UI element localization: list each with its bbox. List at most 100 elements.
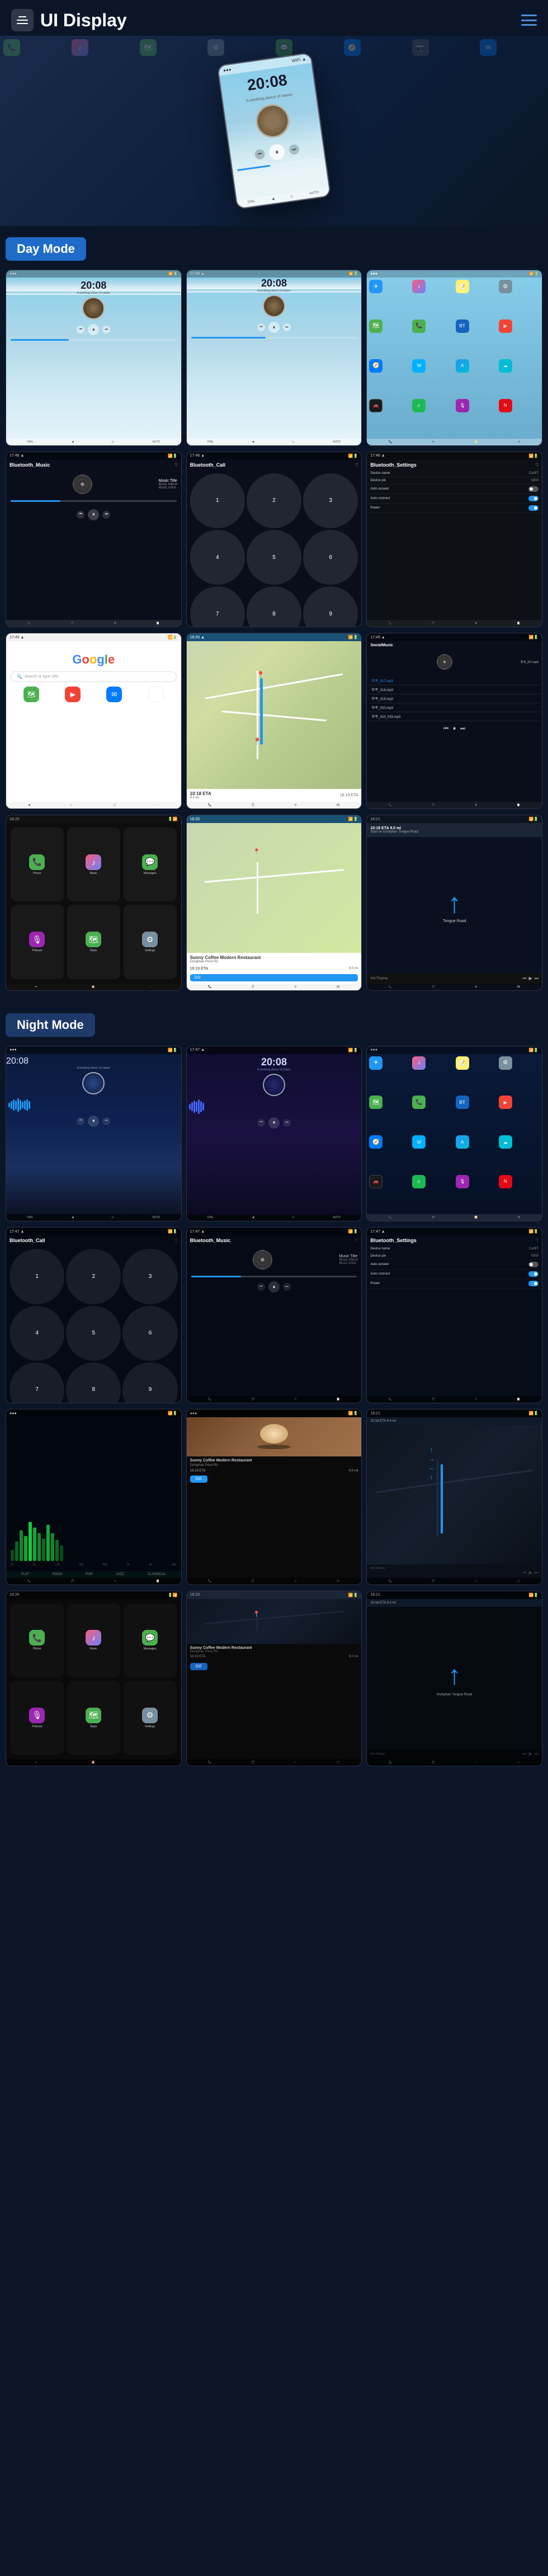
play[interactable]: ⏸ [268, 1117, 280, 1129]
phone-icon[interactable]: 📞 [412, 319, 426, 333]
maps[interactable]: 🗺 [369, 1096, 382, 1109]
preset-3[interactable]: POP [86, 1573, 93, 1576]
bottom-bar[interactable]: 📞🎵⚙📋 [367, 620, 542, 627]
bt-icon[interactable]: BT [456, 319, 469, 333]
prev[interactable]: ⏮ [257, 1283, 265, 1291]
bottom-bar[interactable]: ⬅🏠⋯ [6, 984, 181, 990]
music-icon[interactable]: ♪ [412, 280, 426, 293]
list-item-1[interactable]: 华平_017.mp3 [369, 676, 540, 685]
google-search-bar[interactable]: 🔍 Search or type URL [11, 671, 177, 682]
carplay-icon[interactable]: 🚗 [369, 399, 382, 412]
appstore-icon[interactable]: A [456, 359, 469, 373]
appstore[interactable]: A [456, 1135, 469, 1149]
play-pause-btn[interactable]: ⏸ [268, 143, 286, 161]
youtube[interactable]: ▶ [499, 1096, 512, 1109]
bottom-bar[interactable]: 📞🎵⚙🗺 [187, 984, 362, 990]
carplay-maps[interactable]: 🗺 Maps [67, 905, 120, 979]
menu-icon[interactable] [11, 9, 34, 31]
notes[interactable]: 📝 [456, 1056, 469, 1070]
carplay-music[interactable]: ♪ Music [67, 828, 120, 901]
maps-icon[interactable]: 🗺 [369, 319, 382, 333]
carplay-podcast-night[interactable]: 🎙 Podcast [11, 1681, 64, 1755]
prev[interactable]: ⏮ [257, 323, 265, 331]
play[interactable]: ⏸ [268, 1281, 280, 1292]
num-9[interactable]: 9 [122, 1362, 177, 1403]
safari[interactable]: 🧭 [369, 1135, 382, 1149]
go-button[interactable]: GO [190, 974, 358, 981]
num-7[interactable]: 7 [190, 586, 245, 627]
carplay-maps-night[interactable]: 🗺 Maps [67, 1681, 120, 1755]
auto-connect-toggle[interactable] [528, 496, 538, 501]
next[interactable]: ⏭ [102, 326, 110, 333]
play[interactable]: ⏸ [268, 322, 280, 333]
waze-icon[interactable]: W [412, 359, 426, 373]
bottom-bar[interactable]: 📞🎵⚙📋 [367, 1396, 542, 1403]
num-4[interactable]: 4 [190, 530, 245, 585]
list-item-4[interactable]: 华平_020.mp3 [369, 703, 540, 712]
settings[interactable]: ⚙ [499, 1056, 512, 1070]
carplay-phone[interactable]: 📞 Phone [11, 828, 64, 901]
netflix[interactable]: N [499, 1175, 512, 1188]
power-toggle[interactable] [528, 505, 538, 511]
prev[interactable]: ⏮ [77, 511, 84, 519]
next-mini[interactable]: ⏭ [535, 976, 538, 981]
auto-answer-toggle[interactable] [528, 486, 538, 492]
bottom-bar[interactable]: 📞🎵⚙🗺 [367, 984, 542, 990]
list-item-2[interactable]: 华平_018.mp3 [369, 685, 540, 694]
num-6[interactable]: 6 [303, 530, 358, 585]
podcast[interactable]: 🎙 [456, 1175, 469, 1188]
next[interactable]: ⏭ [283, 323, 291, 331]
next-ctrl-night[interactable]: ⏭ [535, 1570, 538, 1576]
next[interactable]: ⏭ [102, 1117, 110, 1125]
drive-shortcut[interactable]: △ [148, 687, 164, 702]
carplay-settings[interactable]: ⚙ Settings [124, 905, 177, 979]
bottom-bar[interactable]: DIAL◀▷AUTO [6, 439, 181, 445]
bottom-bar[interactable]: 📞🎵⚙📋 [6, 620, 181, 627]
list-item-5[interactable]: 华平_025_033.mp3 [369, 712, 540, 721]
play-ctrl-night[interactable]: ▶ [529, 1570, 532, 1576]
prev-ctrl[interactable]: ⏮ [443, 726, 448, 732]
next[interactable]: ⏭ [283, 1119, 291, 1127]
spotify-icon[interactable]: ♬ [412, 399, 426, 412]
num-7[interactable]: 7 [10, 1362, 64, 1403]
bottom-bar[interactable]: DIAL◀▷AUTO [187, 439, 362, 445]
num-6[interactable]: 6 [122, 1306, 177, 1361]
phone[interactable]: 📞 [412, 1096, 426, 1109]
settings-icon[interactable]: ⚙ [499, 280, 512, 293]
num-4[interactable]: 4 [10, 1306, 64, 1361]
num-9[interactable]: 9 [303, 586, 358, 627]
prev[interactable]: ⏮ [77, 326, 84, 333]
play-n[interactable]: ▶ [529, 1751, 532, 1757]
weather-icon[interactable]: ☁ [499, 359, 512, 373]
bottom-bar[interactable]: ⬅🏠⋯ [6, 1759, 181, 1766]
preset-1[interactable]: FLAT [21, 1573, 29, 1576]
youtube-icon[interactable]: ▶ [499, 319, 512, 333]
bottom-bar[interactable]: DIAL◀▷AUTO [6, 1214, 181, 1221]
waze[interactable]: W [412, 1135, 426, 1149]
play-mini[interactable]: ▶ [529, 976, 532, 981]
num-8[interactable]: 8 [66, 1362, 121, 1403]
toggle[interactable] [528, 1271, 538, 1277]
notes-icon[interactable]: 📝 [456, 280, 469, 293]
bottom-bar[interactable]: 📞🎵⚙📋 [367, 802, 542, 808]
bottom-bar[interactable]: 📞✉🧭⚙ [367, 439, 542, 445]
telegram[interactable]: ✈ [369, 1056, 382, 1070]
weather[interactable]: ☁ [499, 1135, 512, 1149]
telegram-icon[interactable]: ✈ [369, 280, 382, 293]
maps-shortcut[interactable]: 🗺 [23, 687, 39, 702]
carplay-messages[interactable]: 💬 Messages [124, 828, 177, 901]
next[interactable]: ⏭ [283, 1283, 291, 1291]
list-item-3[interactable]: 华平_019.mp3 [369, 694, 540, 703]
netflix-icon[interactable]: N [499, 399, 512, 412]
safari-icon[interactable]: 🧭 [369, 359, 382, 373]
prev[interactable]: ⏮ [77, 1117, 84, 1125]
carplay-msgs-night[interactable]: 💬 Messages [124, 1604, 177, 1677]
num-2[interactable]: 2 [66, 1249, 121, 1304]
bt[interactable]: BT [456, 1096, 469, 1109]
num-5[interactable]: 5 [66, 1306, 121, 1361]
bottom-bar[interactable]: 📞🎵⚙🗺 [187, 1578, 362, 1585]
prev[interactable]: ⏮ [257, 1119, 265, 1127]
carplay-podcast[interactable]: 🎙 Podcast [11, 905, 64, 979]
preset-5[interactable]: CLASSICAL [148, 1573, 166, 1576]
toggle[interactable] [528, 1281, 538, 1286]
